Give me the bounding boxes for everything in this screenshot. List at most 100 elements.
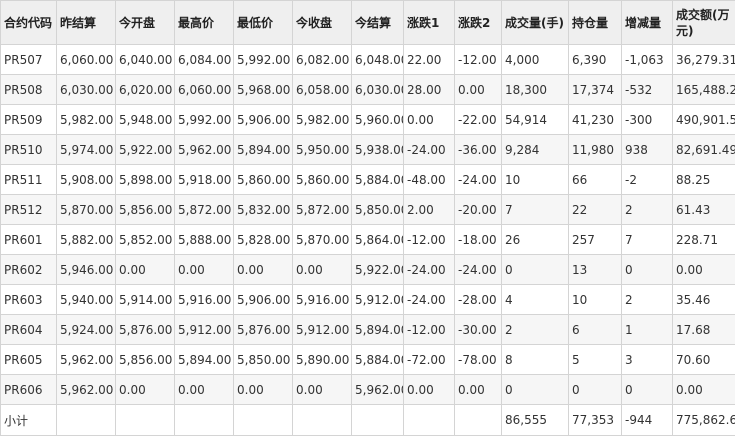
summary-settlement [351, 404, 404, 436]
cell-high: 5,918.00 [174, 164, 234, 195]
header-settlement: 今结算 [351, 0, 404, 45]
cell-close: 5,982.00 [292, 104, 352, 135]
cell-open-interest: 6,390 [568, 44, 622, 75]
cell-prev-settlement: 6,030.00 [56, 74, 116, 105]
cell-high: 0.00 [174, 254, 234, 285]
cell-close: 6,082.00 [292, 44, 352, 75]
table-row: PR602 5,946.00 0.00 0.00 0.00 0.00 5,922.00 -24… [0, 254, 735, 285]
cell-change2: -36.00 [454, 134, 502, 165]
cell-prev-settlement: 5,962.00 [56, 374, 116, 405]
cell-change2: -78.00 [454, 344, 502, 375]
cell-prev-settlement: 6,060.00 [56, 44, 116, 75]
summary-open-interest: 77,353 [568, 404, 622, 436]
cell-settlement: 5,962.00 [351, 374, 404, 405]
cell-open-interest: 10 [568, 284, 622, 315]
cell-open: 5,856.00 [115, 194, 175, 225]
cell-close: 0.00 [292, 374, 352, 405]
cell-close: 5,890.00 [292, 344, 352, 375]
cell-close: 0.00 [292, 254, 352, 285]
cell-open: 5,852.00 [115, 224, 175, 255]
cell-open-interest: 41,230 [568, 104, 622, 135]
cell-change1: -12.00 [403, 314, 455, 345]
cell-close: 5,912.00 [292, 314, 352, 345]
cell-turnover: 36,279.31 [672, 44, 735, 75]
cell-prev-settlement: 5,870.00 [56, 194, 116, 225]
summary-volume: 86,555 [501, 404, 569, 436]
cell-settlement: 5,864.00 [351, 224, 404, 255]
cell-oi-change: 2 [621, 194, 673, 225]
cell-high: 5,962.00 [174, 134, 234, 165]
cell-prev-settlement: 5,882.00 [56, 224, 116, 255]
cell-change1: -72.00 [403, 344, 455, 375]
cell-oi-change: 7 [621, 224, 673, 255]
cell-contract-code: PR511 [0, 164, 57, 195]
cell-oi-change: 0 [621, 374, 673, 405]
cell-low: 5,850.00 [233, 344, 293, 375]
cell-high: 5,916.00 [174, 284, 234, 315]
summary-turnover: 775,862.68 [672, 404, 735, 436]
cell-turnover: 61.43 [672, 194, 735, 225]
summary-close [292, 404, 352, 436]
header-open-interest: 持仓量 [568, 0, 622, 45]
cell-open-interest: 11,980 [568, 134, 622, 165]
cell-volume: 26 [501, 224, 569, 255]
table-row: PR603 5,940.00 5,914.00 5,916.00 5,906.00 5,9… [0, 284, 735, 315]
cell-low: 5,992.00 [233, 44, 293, 75]
cell-low: 5,828.00 [233, 224, 293, 255]
cell-change1: 0.00 [403, 374, 455, 405]
header-low: 最低价 [233, 0, 293, 45]
cell-turnover: 0.00 [672, 254, 735, 285]
cell-high: 6,084.00 [174, 44, 234, 75]
cell-contract-code: PR604 [0, 314, 57, 345]
cell-settlement: 5,884.00 [351, 344, 404, 375]
cell-open: 5,898.00 [115, 164, 175, 195]
header-close: 今收盘 [292, 0, 352, 45]
cell-settlement: 5,894.00 [351, 314, 404, 345]
cell-high: 6,060.00 [174, 74, 234, 105]
cell-settlement: 6,030.00 [351, 74, 404, 105]
cell-volume: 8 [501, 344, 569, 375]
cell-low: 5,906.00 [233, 284, 293, 315]
header-prev-settlement: 昨结算 [56, 0, 116, 45]
cell-low: 5,860.00 [233, 164, 293, 195]
cell-oi-change: -2 [621, 164, 673, 195]
cell-turnover: 88.25 [672, 164, 735, 195]
header-volume: 成交量(手) [501, 0, 569, 45]
cell-close: 5,872.00 [292, 194, 352, 225]
cell-open: 5,914.00 [115, 284, 175, 315]
cell-oi-change: 0 [621, 254, 673, 285]
cell-prev-settlement: 5,982.00 [56, 104, 116, 135]
cell-change2: -12.00 [454, 44, 502, 75]
cell-prev-settlement: 5,946.00 [56, 254, 116, 285]
cell-open: 6,020.00 [115, 74, 175, 105]
cell-contract-code: PR512 [0, 194, 57, 225]
cell-volume: 4 [501, 284, 569, 315]
cell-low: 5,876.00 [233, 314, 293, 345]
cell-change2: -30.00 [454, 314, 502, 345]
futures-quote-table: 合约代码 昨结算 今开盘 最高价 最低价 今收盘 今结算 涨跌1 涨跌2 成交量… [0, 0, 735, 436]
cell-oi-change: 1 [621, 314, 673, 345]
cell-open-interest: 6 [568, 314, 622, 345]
cell-turnover: 82,691.49 [672, 134, 735, 165]
summary-change1 [403, 404, 455, 436]
cell-volume: 10 [501, 164, 569, 195]
summary-label: 小计 [0, 404, 57, 436]
cell-volume: 9,284 [501, 134, 569, 165]
cell-oi-change: -532 [621, 74, 673, 105]
table-row: PR510 5,974.00 5,922.00 5,962.00 5,894.00 5,9… [0, 134, 735, 165]
cell-change2: -28.00 [454, 284, 502, 315]
cell-volume: 2 [501, 314, 569, 345]
cell-prev-settlement: 5,974.00 [56, 134, 116, 165]
cell-oi-change: -1,063 [621, 44, 673, 75]
cell-high: 5,992.00 [174, 104, 234, 135]
header-oi-change: 增减量 [621, 0, 673, 45]
summary-low [233, 404, 293, 436]
cell-settlement: 5,850.00 [351, 194, 404, 225]
cell-high: 5,872.00 [174, 194, 234, 225]
table-row: PR511 5,908.00 5,898.00 5,918.00 5,860.00 5,8… [0, 164, 735, 195]
cell-change2: 0.00 [454, 74, 502, 105]
cell-change1: -24.00 [403, 254, 455, 285]
summary-open [115, 404, 175, 436]
cell-low: 5,894.00 [233, 134, 293, 165]
cell-open: 0.00 [115, 254, 175, 285]
